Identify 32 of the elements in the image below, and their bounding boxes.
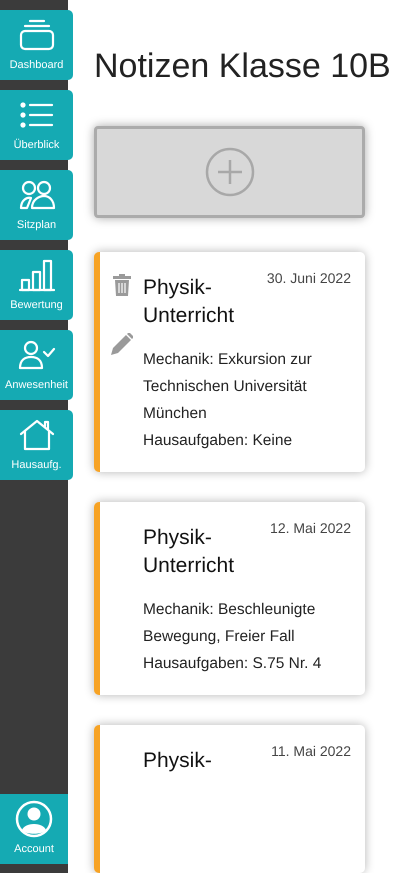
note-text: Hausaufgaben: S.75 Nr. 4	[143, 654, 322, 674]
account-button[interactable]: Account	[0, 794, 68, 864]
plus-circle-icon	[204, 147, 254, 197]
nav-button[interactable]: Dashboard	[0, 10, 73, 80]
house-icon	[18, 418, 54, 451]
nav-button[interactable]: Anwesenheit	[0, 330, 73, 400]
add-note-button[interactable]	[94, 126, 365, 218]
note-title: Physik-Unterricht	[143, 275, 236, 329]
people-icon	[18, 180, 56, 210]
user-avatar-icon	[15, 800, 53, 838]
nav-button[interactable]: Bewertung	[0, 250, 73, 320]
tray-icon	[18, 18, 56, 51]
note-date: 12. Mai 2022	[270, 519, 351, 538]
nav-button[interactable]: Überblick	[0, 90, 73, 160]
note-title: Physik-Unterricht	[143, 525, 236, 579]
note-text: Mechanik: Exkursion zur Technischen Universität München	[143, 350, 313, 424]
pencil-icon[interactable]	[110, 333, 132, 355]
note-date: 11. Mai 2022	[271, 742, 351, 761]
nav-button[interactable]: Hausaufg.	[0, 410, 73, 480]
note-text: Hausaufgaben: Keine	[143, 431, 294, 451]
bar-chart-icon	[18, 258, 54, 292]
person-check-icon	[18, 340, 56, 370]
note-card[interactable]: Physik- 11. Mai 2022	[94, 725, 365, 873]
nav-button[interactable]: Sitzplan	[0, 170, 73, 240]
note-card[interactable]: Physik-Unterricht 12. Mai 2022 Mechanik: Beschleunigte Bewegung, Freier Fall Hausaufgaben: S.75 Nr. 4	[94, 502, 365, 695]
list-icon	[20, 102, 54, 128]
note-card[interactable]: Physik-Unterricht 30. Juni 2022 Mechanik: Exkursion zur Technischen Universität München Hausaufgaben: Keine	[94, 252, 365, 472]
trash-icon[interactable]	[112, 274, 130, 296]
note-text: Mechanik: Beschleunigte Bewegung, Freier Fall	[143, 600, 316, 647]
page-title: Notizen Klasse 10B	[94, 46, 391, 87]
note-title: Physik-	[143, 748, 213, 774]
note-date: 30. Juni 2022	[266, 269, 351, 288]
